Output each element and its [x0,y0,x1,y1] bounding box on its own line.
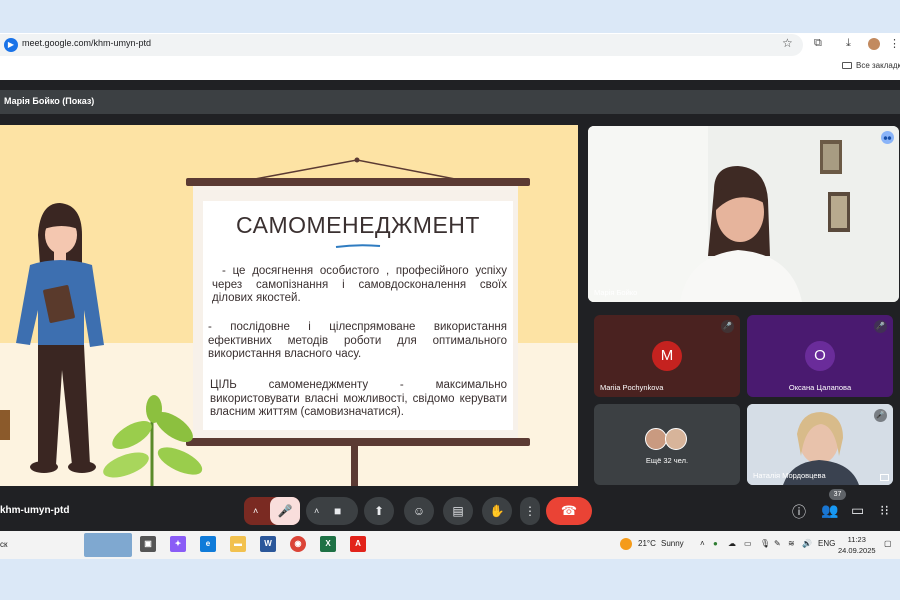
weather-sun-icon [620,538,632,550]
word-icon[interactable]: W [260,536,276,552]
presentation-slide: САМОМЕНЕДЖМЕНТ - це досягнення особистог… [0,125,578,486]
cloud-icon[interactable]: ☁ [728,539,736,548]
extensions-icon[interactable]: ⧉ [814,37,822,50]
task-view-icon[interactable]: ▣ [140,536,156,552]
activities-icon[interactable]: ⁝⁝ [880,502,889,519]
slide-paragraph-1: - це досягнення особистого , професійног… [212,265,507,304]
more-options-button[interactable]: ⋮ [520,497,540,525]
meeting-code: khm-umyn-ptd [0,505,70,516]
camera-icon[interactable]: ■ [334,497,341,525]
participant-name: Наталія Мордовцева [753,471,826,480]
camera-control-group[interactable]: ˄ ■ [306,497,358,525]
all-bookmarks-label: Все закладки [856,61,900,70]
raise-hand-button[interactable]: ✋ [482,497,512,525]
notifications-icon[interactable]: ▢ [884,539,892,548]
participant-tile-mariia[interactable]: M 🎤 Mariia Pochynkova [594,315,740,397]
slide-paragraph-2: - послідовне і цілеспрямоване використан… [208,321,507,360]
mic-muted-button[interactable]: 🎤 [270,497,300,525]
presenter-label: Марія Бойко (Показ) [4,96,95,106]
tray-chevron-icon[interactable]: ˄ [700,539,705,548]
tray-app-icon[interactable]: ● [713,539,718,548]
volume-icon[interactable]: 🔊 [802,539,812,548]
presentation-header: Марія Бойко (Показ) [0,90,900,114]
weather-text[interactable]: Sunny [661,539,684,548]
chat-icon[interactable]: ▭ [851,502,864,519]
title-underline [335,244,381,248]
end-call-button[interactable]: ☎ [546,497,592,525]
more-participants-label: Ещё 32 чел. [645,456,689,465]
pip-icon[interactable] [880,474,889,481]
participant-name: Mariia Pochynkova [600,383,664,392]
acrobat-icon[interactable]: A [350,536,366,552]
screen: ▶ meet.google.com/khm-umyn-ptd ☆ ⧉ ⤓ ⋮ В… [0,33,900,559]
download-icon[interactable]: ⤓ [846,37,851,50]
more-participants-tile[interactable]: Ещё 32 чел. [594,404,740,485]
emoji-button[interactable]: ☺ [404,497,434,525]
excel-icon[interactable]: X [320,536,336,552]
meeting-info-icon[interactable]: ⓘ [792,502,806,522]
wifi-icon[interactable]: ≋ [788,539,795,548]
edge-icon[interactable]: e [200,536,216,552]
folder-icon [842,62,852,69]
language-indicator[interactable]: ENG [818,539,835,548]
participant-name: Оксана Цалапова [788,383,852,392]
easel-bottom-bar [186,438,530,446]
profile-avatar[interactable] [868,38,880,50]
mic-off-icon: 🎤 [721,320,734,333]
browser-chrome: ▶ meet.google.com/khm-umyn-ptd ☆ ⧉ ⤓ ⋮ В… [0,33,900,80]
mic-off-icon: 🎤 [874,320,887,333]
menu-kebab-icon[interactable]: ⋮ [889,37,900,50]
participant-count-badge: 37 [829,489,846,500]
meet-site-icon: ▶ [4,38,18,52]
taskbar-search-fragment[interactable]: ск [0,540,8,549]
participant-avatar: O [805,341,835,371]
clock-time: 11:23 [847,535,866,544]
participant-avatar: M [652,341,682,371]
main-speaker-name: Марія Бойко [594,288,638,297]
easel-pole [351,446,358,486]
microphone-tray-icon[interactable]: 🎙 [760,539,770,548]
captions-button[interactable]: ▤ [443,497,473,525]
participant-thumb-avatar [665,428,687,450]
file-explorer-icon[interactable]: ▬ [230,536,246,552]
camera-options-chevron-icon[interactable]: ˄ [314,497,319,525]
pen-tray-icon[interactable]: ✎ [774,539,781,548]
weather-temp[interactable]: 21°C [638,539,656,548]
taskbar: ск ▣ ✦ e ▬ W ◉ X A 21°C Sunny ˄ ● ☁ ▭ 🎙 … [0,531,900,559]
chrome-icon[interactable]: ◉ [290,536,306,552]
plant-illustration [103,395,203,486]
slide-title: САМОМЕНЕДЖМЕНТ [236,212,480,238]
address-bar[interactable]: ▶ meet.google.com/khm-umyn-ptd ☆ [0,34,803,56]
participant-tile-oksana[interactable]: O 🎤 Оксана Цалапова [747,315,893,397]
clock-date: 24.09.2025 [838,546,876,555]
mic-off-icon: 🎤 [874,409,887,422]
participant-tile-natalia[interactable]: 🎤 Наталія Мордовцева [747,404,893,485]
bookmark-star-icon[interactable]: ☆ [782,36,793,50]
main-speaker-tile[interactable]: ⦁⦁ Марія Бойко [588,126,899,302]
copilot-icon[interactable]: ✦ [170,536,186,552]
easel-top-bar [186,178,530,186]
participant-thumb-avatar [645,428,667,450]
people-icon[interactable]: 👥 [821,502,838,519]
present-button[interactable]: ⬆ [364,497,394,525]
all-bookmarks[interactable]: Все закладки [842,61,900,70]
clock[interactable]: 11:23 24.09.2025 [838,534,876,556]
speaker-video [588,126,899,302]
search-highlight-image[interactable] [84,533,132,557]
slide-paragraph-3: ЦІЛЬ самоменеджменту - максимально викор… [210,379,507,418]
mic-control-group[interactable]: ˄ 🎤 [244,497,300,525]
mic-options-chevron-icon[interactable]: ˄ [253,497,258,525]
tray-device-icon[interactable]: ▭ [744,539,752,548]
url-text[interactable]: meet.google.com/khm-umyn-ptd [22,38,151,48]
speaking-indicator-icon: ⦁⦁ [881,131,894,144]
